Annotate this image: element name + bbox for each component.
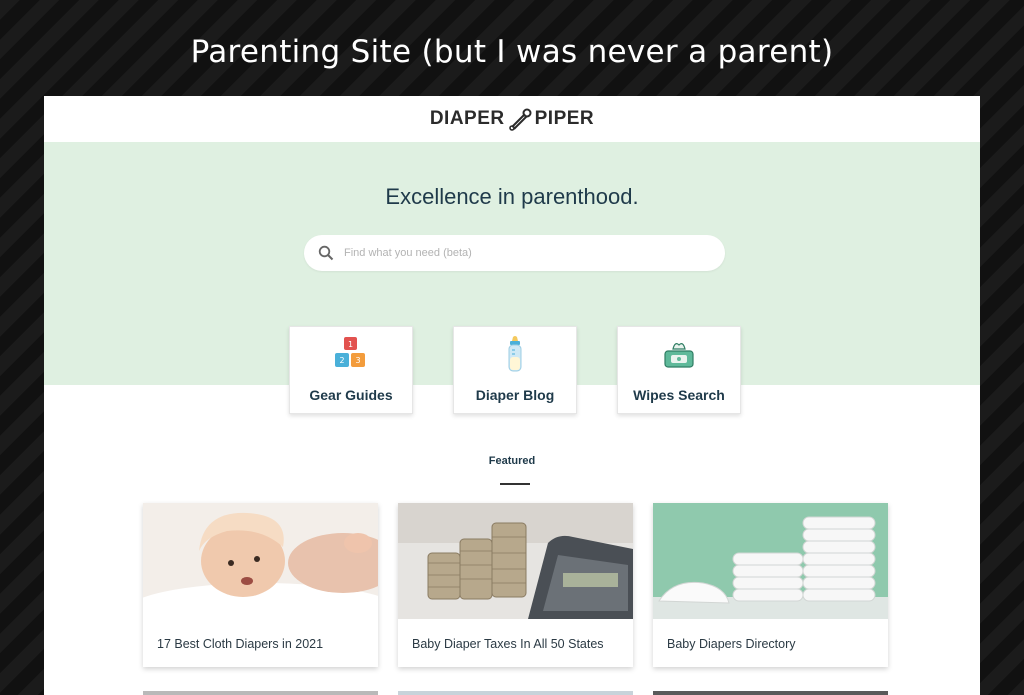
- baby-photo: [143, 503, 378, 619]
- article-grid: 17 Best Cloth Diapers in 2021 Baby Diape…: [143, 503, 888, 667]
- page-caption: Parenting Site (but I was never a parent…: [190, 34, 834, 70]
- svg-text:2: 2: [339, 356, 344, 365]
- wipes-box-icon: [664, 343, 694, 368]
- site-logo[interactable]: DIAPER PIPER: [430, 106, 594, 132]
- safety-pin-icon: [508, 108, 532, 131]
- card-label: Gear Guides: [309, 387, 393, 403]
- logo-text-right: PIPER: [534, 108, 595, 129]
- article-card[interactable]: 17 Best Cloth Diapers in 2021: [143, 503, 378, 667]
- category-card-gear-guides[interactable]: 1 2 3 Gear Guides: [289, 326, 413, 414]
- article-title: Baby Diaper Taxes In All 50 States: [412, 637, 604, 651]
- baby-bottle-icon: [508, 336, 522, 372]
- site-header: DIAPER PIPER: [44, 96, 980, 142]
- website-frame: DIAPER PIPER Excellence in parenthood. F…: [44, 96, 980, 695]
- featured-heading: Featured: [488, 455, 536, 467]
- svg-text:3: 3: [355, 356, 360, 365]
- toy-blocks-icon: 1 2 3: [335, 337, 365, 367]
- category-cards: 1 2 3 Gear Guides Diaper Blog Wipes Sear…: [289, 326, 741, 414]
- search-bar[interactable]: [304, 235, 725, 271]
- search-input[interactable]: [344, 247, 684, 259]
- featured-divider: [500, 483, 530, 485]
- article-card[interactable]: [653, 691, 888, 695]
- coins-calculator-photo: [398, 503, 633, 619]
- card-label: Wipes Search: [633, 387, 725, 403]
- article-card[interactable]: Baby Diaper Taxes In All 50 States: [398, 503, 633, 667]
- article-card[interactable]: [143, 691, 378, 695]
- article-card[interactable]: Baby Diapers Directory: [653, 503, 888, 667]
- article-card[interactable]: [398, 691, 633, 695]
- article-title: 17 Best Cloth Diapers in 2021: [157, 637, 324, 651]
- logo-text-left: DIAPER: [429, 108, 505, 129]
- category-card-diaper-blog[interactable]: Diaper Blog: [453, 326, 577, 414]
- search-icon: [318, 245, 334, 261]
- article-title: Baby Diapers Directory: [667, 637, 796, 651]
- article-grid-row-2: [143, 691, 888, 695]
- diaper-stack-photo: [653, 503, 888, 619]
- card-label: Diaper Blog: [475, 387, 555, 403]
- hero-title: Excellence in parenthood.: [385, 184, 639, 209]
- category-card-wipes-search[interactable]: Wipes Search: [617, 326, 741, 414]
- svg-text:1: 1: [348, 340, 353, 349]
